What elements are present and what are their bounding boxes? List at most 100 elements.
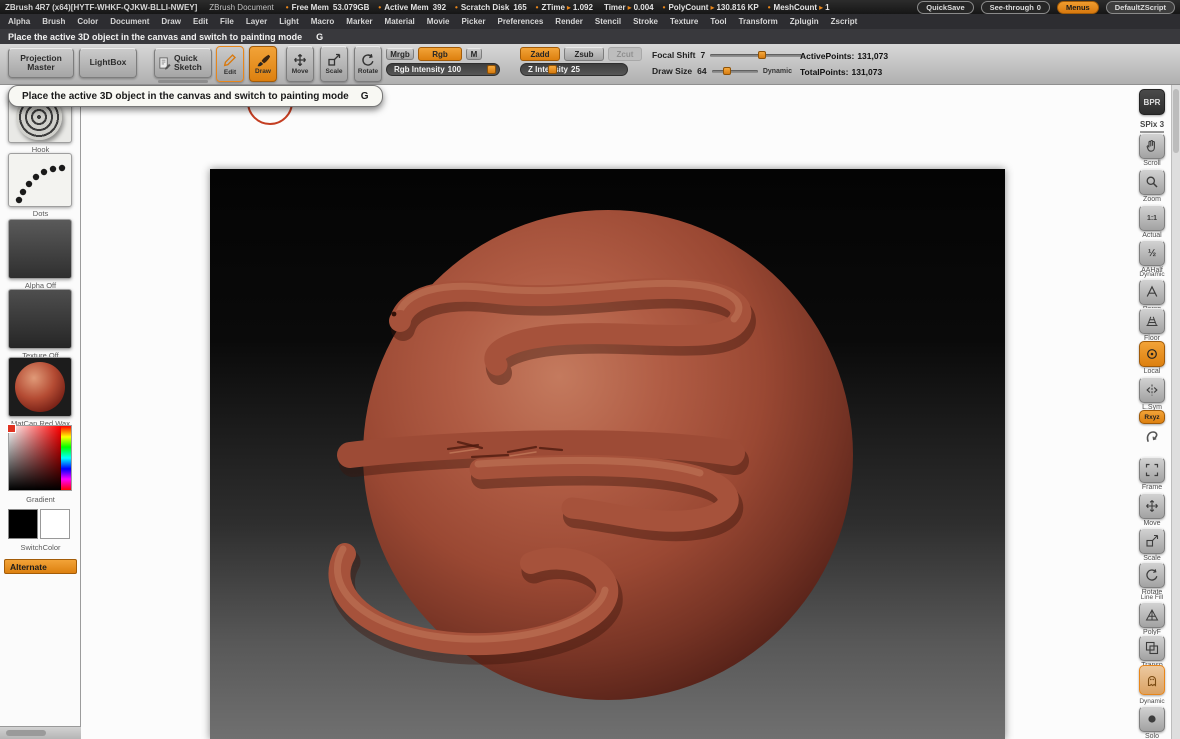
focal-shift-track[interactable] xyxy=(710,50,802,59)
tooltip: Place the active 3D object in the canvas… xyxy=(8,85,383,107)
total-points: TotalPoints: 131,073 xyxy=(800,67,883,77)
actual-button[interactable]: 1:1 xyxy=(1139,205,1165,231)
rotate-3d-button[interactable] xyxy=(1139,562,1165,588)
solo-button[interactable] xyxy=(1139,706,1165,732)
menu-stroke[interactable]: Stroke xyxy=(633,17,658,26)
menu-transform[interactable]: Transform xyxy=(739,17,778,26)
zoom-button[interactable] xyxy=(1139,169,1165,195)
zcut-button: Zcut xyxy=(608,47,642,61)
menu-document[interactable]: Document xyxy=(110,17,149,26)
menu-zplugin[interactable]: Zplugin xyxy=(790,17,819,26)
transp-button[interactable] xyxy=(1139,635,1165,661)
color-picker[interactable] xyxy=(7,424,72,491)
scale-3d-button[interactable] xyxy=(1139,528,1165,554)
point-counters: ActivePoints: 131,073 TotalPoints: 131,073 xyxy=(800,48,891,80)
right-sh elf: BPR SPix 3 Scroll Zoom 1:1 Actual ½ AAHa… xyxy=(1134,85,1170,739)
right-scrollbar[interactable] xyxy=(1171,85,1180,739)
zsub-button[interactable]: Zsub xyxy=(564,47,604,61)
menu-edit[interactable]: Edit xyxy=(193,17,208,26)
draw-size-track[interactable] xyxy=(711,66,758,75)
lsym-button[interactable] xyxy=(1139,377,1165,403)
saturation-value-square[interactable] xyxy=(9,426,61,490)
quicksave-button[interactable]: QuickSave xyxy=(917,0,974,14)
menu-layer[interactable]: Layer xyxy=(246,17,267,26)
local-button[interactable] xyxy=(1139,341,1165,367)
dynamic-label[interactable]: Dynamic xyxy=(763,68,792,75)
menu-movie[interactable]: Movie xyxy=(427,17,450,26)
scale-box-icon xyxy=(327,53,341,67)
texture-thumbnail[interactable] xyxy=(8,289,72,349)
bpr-item: BPR xyxy=(1134,89,1170,115)
menu-alpha[interactable]: Alpha xyxy=(8,17,30,26)
rotate-button[interactable]: Rotate xyxy=(354,46,382,82)
alpha-thumbnail[interactable] xyxy=(8,219,72,279)
menu-render[interactable]: Render xyxy=(555,17,583,26)
projection-master-button[interactable]: Projection Master xyxy=(8,48,74,78)
menu-macro[interactable]: Macro xyxy=(311,17,335,26)
menu-file[interactable]: File xyxy=(220,17,234,26)
rgb-button[interactable]: Rgb xyxy=(418,47,462,61)
document-canvas[interactable] xyxy=(210,169,1005,739)
zadd-button[interactable]: Zadd xyxy=(520,47,560,61)
local-target-icon xyxy=(1147,349,1157,359)
default-zscript-button[interactable]: DefaultZScript xyxy=(1105,0,1175,14)
menu-marker[interactable]: Marker xyxy=(346,17,372,26)
menu-preferences[interactable]: Preferences xyxy=(497,17,543,26)
rgb-intensity-slider[interactable]: Rgb Intensity 100 xyxy=(386,63,500,76)
edit-button[interactable]: Edit xyxy=(216,46,244,82)
frame-item: Frame xyxy=(1134,457,1170,491)
rxyz-button[interactable]: Rxyz xyxy=(1139,410,1165,424)
polyf-button[interactable] xyxy=(1139,602,1165,628)
menu-draw[interactable]: Draw xyxy=(161,17,181,26)
quick-sketch-button[interactable]: Quick Sketch xyxy=(154,48,212,78)
hint-shortcut: G xyxy=(316,31,324,42)
menu-texture[interactable]: Texture xyxy=(670,17,698,26)
draw-size-knob[interactable] xyxy=(722,66,731,75)
scale-button[interactable]: Scale xyxy=(320,46,348,82)
paintbrush-icon xyxy=(256,53,270,67)
see-through-button[interactable]: See-through 0 xyxy=(980,0,1050,14)
menu-color[interactable]: Color xyxy=(77,17,98,26)
secondary-color-swatch[interactable] xyxy=(40,509,70,539)
rgb-intensity-knob[interactable] xyxy=(487,65,496,74)
menu-picker[interactable]: Picker xyxy=(461,17,485,26)
menu-material[interactable]: Material xyxy=(385,17,415,26)
hue-strip[interactable] xyxy=(61,426,71,490)
mrgb-button[interactable]: Mrgb xyxy=(386,48,414,60)
alternate-button[interactable]: Alternate xyxy=(4,559,77,574)
menu-brush[interactable]: Brush xyxy=(42,17,65,26)
lightbox-button[interactable]: LightBox xyxy=(79,48,137,78)
floor-button[interactable] xyxy=(1139,308,1165,334)
menu-light[interactable]: Light xyxy=(279,17,299,26)
menus-button[interactable]: Menus xyxy=(1056,0,1099,14)
menu-tool[interactable]: Tool xyxy=(710,17,726,26)
move-3d-button[interactable] xyxy=(1139,493,1165,519)
hook-icon[interactable] xyxy=(1134,428,1170,444)
menu-zscript[interactable]: Zscript xyxy=(831,17,858,26)
persp-button[interactable] xyxy=(1139,279,1165,305)
aahalf-button[interactable]: ½ xyxy=(1139,240,1165,266)
left-tray-scrollbar[interactable] xyxy=(0,726,81,739)
frame-button[interactable] xyxy=(1139,457,1165,483)
z-intensity-knob[interactable] xyxy=(547,65,557,74)
stat-free-mem: Free Mem53.079GB xyxy=(286,3,370,12)
bpr-button[interactable]: BPR xyxy=(1139,89,1165,115)
spix-item: SPix 3 xyxy=(1134,120,1170,133)
spix-slider[interactable]: SPix 3 xyxy=(1134,120,1170,133)
m-button[interactable]: M xyxy=(466,48,482,60)
move-button[interactable]: Move xyxy=(286,46,314,82)
focal-shift-knob[interactable] xyxy=(757,50,766,59)
shelf-scroll-indicator[interactable] xyxy=(158,80,208,83)
scroll-button[interactable] xyxy=(1139,133,1165,159)
main-color-swatch[interactable] xyxy=(8,509,38,539)
z-intensity-slider[interactable]: Z Intensity 25 xyxy=(520,63,628,76)
material-thumbnail[interactable] xyxy=(8,357,72,417)
dots-stroke-icon xyxy=(15,164,66,204)
menu-stencil[interactable]: Stencil xyxy=(595,17,621,26)
draw-button[interactable]: Draw xyxy=(249,46,277,82)
ghost-button[interactable] xyxy=(1139,665,1165,695)
focal-shift-slider[interactable]: Focal Shift 7 xyxy=(652,50,802,60)
draw-size-slider[interactable]: Draw Size 64 Dynamic xyxy=(652,66,792,76)
menu-bar: Alpha Brush Color Document Draw Edit Fil… xyxy=(0,14,1180,29)
stroke-thumbnail[interactable] xyxy=(8,153,72,207)
